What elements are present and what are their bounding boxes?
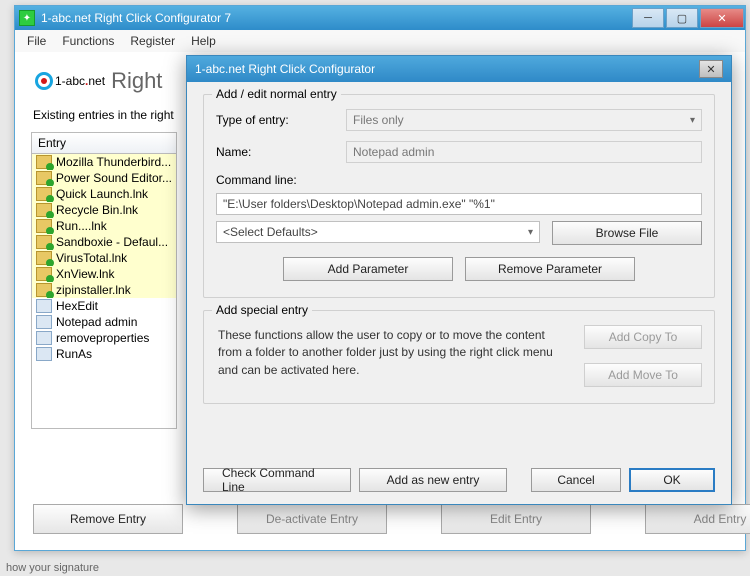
- remove-entry-button[interactable]: Remove Entry: [33, 504, 183, 534]
- entries-grid: Entry Mozilla Thunderbird... Power Sound …: [31, 132, 177, 429]
- titlebar[interactable]: ✦ 1-abc.net Right Click Configurator 7 ─…: [15, 6, 745, 30]
- dialog-footer: Check Command Line Add as new entry Canc…: [187, 468, 731, 492]
- list-item[interactable]: Recycle Bin.lnk: [32, 202, 176, 218]
- normal-entry-group: Add / edit normal entry Type of entry: F…: [203, 94, 715, 298]
- folder-icon: [36, 235, 52, 249]
- normal-entry-group-title: Add / edit normal entry: [212, 87, 341, 101]
- remove-parameter-button[interactable]: Remove Parameter: [465, 257, 635, 281]
- list-item-label: XnView.lnk: [56, 267, 114, 281]
- list-item[interactable]: HexEdit: [32, 298, 176, 314]
- folder-icon: [36, 187, 52, 201]
- list-item-label: zipinstaller.lnk: [56, 283, 131, 297]
- add-entry-button[interactable]: Add Entry: [645, 504, 750, 534]
- add-parameter-button[interactable]: Add Parameter: [283, 257, 453, 281]
- folder-icon: [36, 171, 52, 185]
- special-entry-group: Add special entry These functions allow …: [203, 310, 715, 404]
- menubar: File Functions Register Help: [15, 30, 745, 52]
- logo-circle-icon: [35, 72, 53, 90]
- list-item[interactable]: VirusTotal.lnk: [32, 250, 176, 266]
- type-select[interactable]: Files only ▾: [346, 109, 702, 131]
- dialog-titlebar[interactable]: 1-abc.net Right Click Configurator ✕: [187, 56, 731, 82]
- name-input[interactable]: Notepad admin: [346, 141, 702, 163]
- list-item-label: RunAs: [56, 347, 92, 361]
- maximize-button[interactable]: ▢: [666, 8, 698, 28]
- special-entry-group-title: Add special entry: [212, 303, 312, 317]
- list-item[interactable]: Power Sound Editor...: [32, 170, 176, 186]
- folder-icon: [36, 219, 52, 233]
- menu-register[interactable]: Register: [130, 34, 175, 48]
- edit-entry-dialog: 1-abc.net Right Click Configurator ✕ Add…: [186, 55, 732, 505]
- folder-icon: [36, 251, 52, 265]
- add-move-to-button[interactable]: Add Move To: [584, 363, 702, 387]
- deactivate-entry-button[interactable]: De-activate Entry: [237, 504, 387, 534]
- list-item-label: Quick Launch.lnk: [56, 187, 148, 201]
- page-heading: Right: [111, 68, 162, 94]
- ok-button[interactable]: OK: [629, 468, 715, 492]
- list-item[interactable]: removeproperties: [32, 330, 176, 346]
- list-item[interactable]: XnView.lnk: [32, 266, 176, 282]
- dialog-close-button[interactable]: ✕: [699, 60, 723, 78]
- type-label: Type of entry:: [216, 113, 346, 127]
- link-icon: [36, 299, 52, 313]
- list-item-label: Recycle Bin.lnk: [56, 203, 138, 217]
- close-button[interactable]: ✕: [700, 8, 744, 28]
- list-item[interactable]: Sandboxie - Defaul...: [32, 234, 176, 250]
- grid-header[interactable]: Entry: [32, 133, 176, 154]
- list-item-label: HexEdit: [56, 299, 98, 313]
- list-item-label: Notepad admin: [56, 315, 137, 329]
- command-line-input[interactable]: "E:\User folders\Desktop\Notepad admin.e…: [216, 193, 702, 215]
- list-item[interactable]: Notepad admin: [32, 314, 176, 330]
- logo: 1-abc.net: [33, 72, 105, 90]
- list-item[interactable]: Run....lnk: [32, 218, 176, 234]
- menu-functions[interactable]: Functions: [62, 34, 114, 48]
- window-title: 1-abc.net Right Click Configurator 7: [41, 11, 631, 25]
- link-icon: [36, 315, 52, 329]
- menu-help[interactable]: Help: [191, 34, 216, 48]
- chevron-down-icon: ▾: [528, 227, 533, 238]
- list-item-label: removeproperties: [56, 331, 149, 345]
- list-item[interactable]: zipinstaller.lnk: [32, 282, 176, 298]
- name-label: Name:: [216, 145, 346, 159]
- dialog-title: 1-abc.net Right Click Configurator: [195, 62, 699, 76]
- folder-icon: [36, 267, 52, 281]
- status-text: how your signature: [0, 560, 105, 576]
- list-item-label: Run....lnk: [56, 219, 107, 233]
- browse-file-button[interactable]: Browse File: [552, 221, 702, 245]
- menu-file[interactable]: File: [27, 34, 46, 48]
- list-item-label: VirusTotal.lnk: [56, 251, 127, 265]
- minimize-button[interactable]: ─: [632, 8, 664, 28]
- list-item[interactable]: Mozilla Thunderbird...: [32, 154, 176, 170]
- chevron-down-icon: ▾: [690, 115, 695, 126]
- edit-entry-button[interactable]: Edit Entry: [441, 504, 591, 534]
- check-command-line-button[interactable]: Check Command Line: [203, 468, 351, 492]
- special-entry-description: These functions allow the user to copy o…: [216, 325, 568, 387]
- grid-body[interactable]: Mozilla Thunderbird... Power Sound Editor…: [32, 154, 176, 428]
- folder-icon: [36, 203, 52, 217]
- link-icon: [36, 347, 52, 361]
- list-item[interactable]: Quick Launch.lnk: [32, 186, 176, 202]
- add-copy-to-button[interactable]: Add Copy To: [584, 325, 702, 349]
- add-as-new-entry-button[interactable]: Add as new entry: [359, 468, 507, 492]
- list-item-label: Mozilla Thunderbird...: [56, 155, 171, 169]
- cancel-button[interactable]: Cancel: [531, 468, 621, 492]
- app-icon: ✦: [19, 10, 35, 26]
- list-item[interactable]: RunAs: [32, 346, 176, 362]
- list-item-label: Power Sound Editor...: [56, 171, 172, 185]
- folder-icon: [36, 155, 52, 169]
- defaults-select[interactable]: <Select Defaults> ▾: [216, 221, 540, 243]
- command-line-label: Command line:: [216, 173, 297, 187]
- link-icon: [36, 331, 52, 345]
- folder-icon: [36, 283, 52, 297]
- list-item-label: Sandboxie - Defaul...: [56, 235, 168, 249]
